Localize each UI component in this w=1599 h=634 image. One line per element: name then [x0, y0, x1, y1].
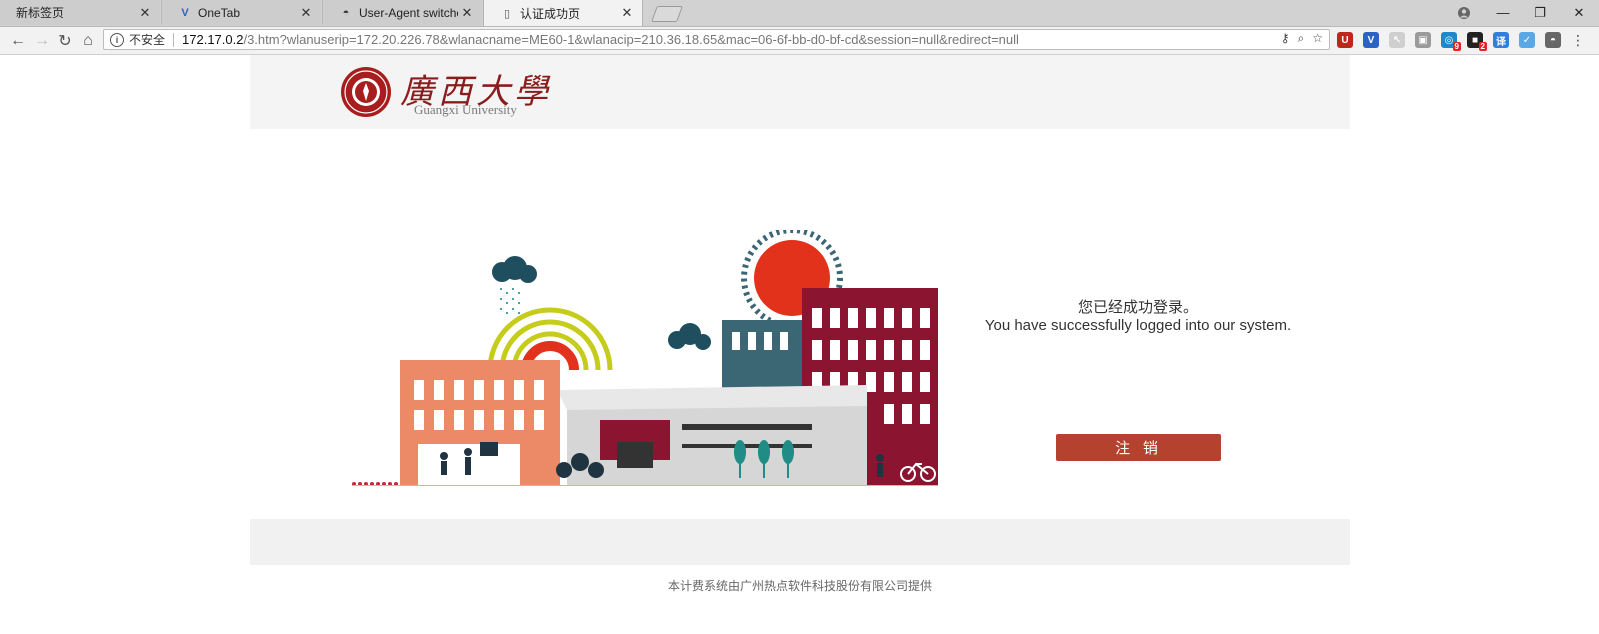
address-bar[interactable]: i 不安全 172.17.0.2 /3.htm?wlanuserip=172.2…	[103, 29, 1330, 50]
tab-auth-success[interactable]: ▯ 认证成功页 ✕	[483, 0, 643, 26]
extension-badge: 2	[1478, 42, 1487, 51]
onetab-icon: V	[181, 6, 189, 19]
tab-ext-icon[interactable]: ▣	[1415, 32, 1431, 48]
tab-close-icon[interactable]: ✕	[618, 5, 636, 21]
home-icon[interactable]: ⌂	[78, 31, 98, 51]
tab-close-icon[interactable]: ✕	[136, 5, 154, 21]
trees-graphic	[734, 440, 794, 464]
tab-title: 新标签页	[16, 6, 65, 20]
bird-ext-icon[interactable]: ✓	[1519, 32, 1535, 48]
university-seal-icon	[341, 67, 391, 117]
divider	[173, 32, 175, 47]
tab-title: OneTab	[198, 5, 241, 20]
restore-icon[interactable]: ❐	[1522, 0, 1558, 25]
page-footer-band	[250, 519, 1350, 565]
success-message-english: You have successfully logged into our sy…	[984, 317, 1292, 334]
url-path: /3.htm?wlanuserip=172.20.226.78&wlanacna…	[243, 32, 1019, 47]
cursor-ext-icon[interactable]: ↖	[1389, 32, 1405, 48]
url-host: 172.17.0.2	[182, 32, 244, 47]
star-icon[interactable]: ☆	[1312, 31, 1323, 46]
footer-provider-text: 本计费系统由广州热点软件科技股份有限公司提供	[667, 579, 932, 593]
minimize-icon[interactable]: —	[1485, 0, 1521, 25]
mask-ext-icon[interactable]: ◓	[1545, 32, 1561, 48]
document-icon: ▯	[503, 7, 511, 20]
tab-user-agent-switcher[interactable]: ◓ User-Agent switcher co ✕	[322, 0, 482, 25]
success-message-chinese: 您已经成功登录。	[1077, 299, 1198, 316]
profile-icon[interactable]	[1446, 0, 1482, 25]
key-icon[interactable]: ⚷	[1281, 31, 1290, 46]
globe-ext-icon[interactable]: ◎ 9	[1441, 32, 1461, 51]
back-arrow-icon[interactable]: ←	[8, 31, 28, 51]
browser-toolbar: ← → ↻ ⌂ i 不安全 172.17.0.2 /3.htm?wlanuser…	[0, 27, 1599, 55]
logout-button[interactable]: 注 销	[1056, 434, 1221, 461]
teal-building	[722, 320, 812, 390]
ublock-icon[interactable]: U	[1337, 32, 1353, 48]
zoom-icon[interactable]: ⌕	[1298, 31, 1305, 46]
new-tab-button[interactable]	[651, 6, 683, 22]
tab-title: User-Agent switcher co	[359, 5, 458, 20]
reload-icon[interactable]: ↻	[55, 31, 75, 51]
tab-close-icon[interactable]: ✕	[458, 5, 476, 21]
tab-close-icon[interactable]: ✕	[297, 5, 315, 21]
rain-dots	[500, 288, 520, 314]
menu-icon[interactable]: ⋮	[1571, 32, 1585, 49]
translate-ext-icon[interactable]: 译	[1493, 32, 1509, 48]
onetab-ext-icon[interactable]: V	[1363, 32, 1379, 48]
forward-arrow-icon[interactable]: →	[32, 31, 52, 51]
extension-badge: 9	[1452, 42, 1461, 51]
info-icon[interactable]: i	[110, 32, 124, 47]
window-close-icon[interactable]: ✕	[1561, 0, 1597, 25]
campus-illustration	[352, 230, 938, 486]
tab-title: 认证成功页	[520, 6, 581, 21]
omnibox-actions: ⚷ ⌕ ☆	[1281, 31, 1323, 46]
black-ext-icon[interactable]: ■ 2	[1467, 32, 1487, 51]
university-logo-english: Guangxi University	[414, 102, 517, 117]
tab-onetab[interactable]: V OneTab ✕	[161, 0, 321, 25]
tab-strip: 新标签页 ✕ V OneTab ✕ ◓ User-Agent switcher …	[0, 0, 1599, 27]
tab-new-tab[interactable]: 新标签页 ✕	[0, 0, 160, 25]
security-label[interactable]: 不安全	[129, 31, 165, 48]
mask-icon: ◓	[342, 6, 350, 19]
